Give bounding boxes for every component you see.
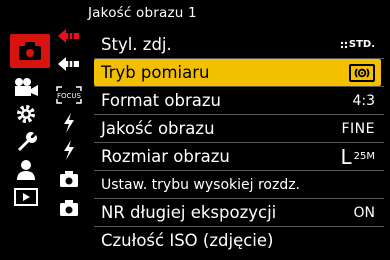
tab-mymenu[interactable] bbox=[6, 156, 46, 184]
divider bbox=[94, 58, 384, 59]
video-camera-icon bbox=[15, 78, 38, 96]
subtab-flash-2[interactable] bbox=[54, 139, 84, 161]
menu-item-label: Czułość ISO (zdjęcie) bbox=[101, 231, 274, 250]
subtab-focus[interactable]: FOCUS bbox=[54, 84, 84, 106]
menu-item-label: NR długiej ekspozycji bbox=[101, 203, 277, 222]
menu-item-iso-sensitivity[interactable]: Czułość ISO (zdjęcie) bbox=[94, 227, 381, 254]
menu-item-image-size[interactable]: Rozmiar obrazu L 25M bbox=[94, 143, 381, 170]
subtab-flash-1[interactable] bbox=[54, 112, 84, 134]
tab-playback[interactable] bbox=[6, 183, 46, 211]
tab-custom[interactable] bbox=[6, 100, 46, 128]
subtab-camera-1[interactable] bbox=[54, 168, 84, 190]
person-icon bbox=[17, 160, 35, 180]
subtab-camera-2[interactable] bbox=[54, 197, 84, 219]
menu-item-label: Jakość obrazu bbox=[101, 119, 215, 138]
arrow-left-red-icon bbox=[58, 29, 79, 43]
menu-item-label: Ustaw. trybu wysokiej rozdz. bbox=[101, 176, 301, 193]
camera-small-icon bbox=[60, 171, 78, 187]
tab-video[interactable] bbox=[6, 73, 46, 101]
menu-item-label: Tryb pomiaru bbox=[101, 63, 210, 82]
divider bbox=[94, 114, 384, 115]
menu-item-label: Format obrazu bbox=[101, 91, 221, 110]
wrench-icon bbox=[18, 132, 37, 151]
menu-item-image-quality[interactable]: Jakość obrazu FINE bbox=[94, 115, 381, 142]
divider bbox=[94, 170, 384, 171]
menu-item-metering-mode[interactable]: Tryb pomiaru bbox=[94, 59, 381, 86]
page-title: Jakość obrazu 1 bbox=[88, 5, 197, 21]
image-size-value: L 25M bbox=[340, 144, 375, 169]
long-exposure-nr-value: ON bbox=[353, 204, 376, 221]
divider bbox=[94, 86, 384, 87]
tab-setup[interactable] bbox=[6, 127, 46, 155]
flash-icon bbox=[64, 140, 74, 160]
menu-item-long-exposure-nr[interactable]: NR długiej ekspozycji ON bbox=[94, 199, 381, 226]
divider bbox=[94, 142, 384, 143]
image-quality-value: FINE bbox=[341, 120, 375, 137]
camera-icon bbox=[19, 42, 41, 60]
divider bbox=[94, 198, 384, 199]
divider bbox=[94, 226, 384, 227]
playback-icon bbox=[14, 188, 38, 206]
metering-icon bbox=[349, 63, 375, 82]
camera-small-icon bbox=[60, 200, 78, 216]
aspect-ratio-value: 4:3 bbox=[352, 92, 375, 109]
flash-icon bbox=[64, 113, 74, 133]
photo-style-value: STD. bbox=[339, 39, 381, 50]
menu-item-photo-style[interactable]: Styl. zdj. STD. bbox=[94, 31, 381, 58]
photo-style-icon bbox=[340, 41, 348, 48]
subtab-2[interactable] bbox=[54, 53, 84, 75]
tab-photo[interactable] bbox=[10, 34, 50, 68]
menu-item-label: Styl. zdj. bbox=[101, 35, 172, 54]
subtab-1[interactable] bbox=[54, 25, 84, 47]
menu-item-high-res-mode[interactable]: Ustaw. trybu wysokiej rozdz. bbox=[94, 171, 381, 198]
menu-item-aspect-ratio[interactable]: Format obrazu 4:3 bbox=[94, 87, 381, 114]
menu-item-label: Rozmiar obrazu bbox=[101, 147, 230, 166]
gear-icon bbox=[17, 105, 35, 123]
arrow-left-icon bbox=[58, 57, 79, 71]
focus-icon: FOCUS bbox=[56, 86, 82, 104]
svg-text:FOCUS: FOCUS bbox=[57, 92, 82, 100]
